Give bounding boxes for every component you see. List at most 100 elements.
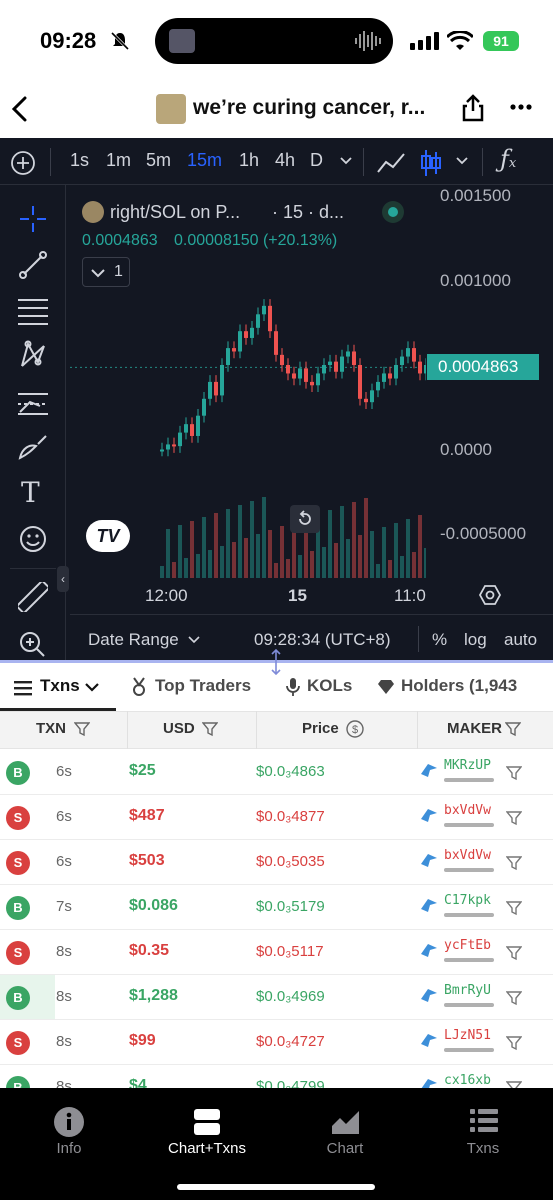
volume-bar bbox=[160, 566, 164, 578]
txns-chevron-icon[interactable] bbox=[85, 683, 99, 693]
reset-chart-button[interactable] bbox=[290, 505, 320, 533]
crosshair-icon[interactable] bbox=[18, 204, 48, 234]
candle bbox=[352, 351, 356, 365]
volume-bar bbox=[208, 550, 212, 578]
date-range-button[interactable]: Date Range bbox=[88, 630, 179, 650]
maker-address[interactable]: cx16xb bbox=[444, 1073, 491, 1088]
line-chart-icon[interactable] bbox=[376, 150, 406, 176]
timeframe-d[interactable]: D bbox=[310, 150, 323, 171]
maker-filter-icon[interactable] bbox=[506, 945, 522, 961]
add-indicator-icon[interactable] bbox=[10, 150, 36, 176]
candle bbox=[232, 348, 236, 352]
fib-lines-icon[interactable] bbox=[16, 296, 50, 326]
candle bbox=[358, 365, 362, 399]
percent-toggle[interactable]: % bbox=[432, 630, 447, 650]
tab-kols[interactable]: KOLs bbox=[307, 676, 352, 696]
table-row[interactable]: S 6s $487 $0.0₃4877 bxVdVw bbox=[0, 795, 553, 840]
back-chevron-icon[interactable] bbox=[10, 96, 28, 122]
candle bbox=[376, 381, 380, 391]
txn-filter-icon[interactable] bbox=[74, 721, 90, 737]
tab-chart[interactable]: Chart bbox=[314, 1140, 376, 1157]
candles-icon[interactable] bbox=[420, 148, 442, 178]
tab-top-traders[interactable]: Top Traders bbox=[155, 676, 251, 696]
table-row[interactable]: S 6s $503 $0.0₃5035 bxVdVw bbox=[0, 840, 553, 885]
volume-bar bbox=[424, 548, 426, 578]
currency-toggle-icon[interactable]: $ bbox=[346, 720, 364, 738]
txn-price: $0.0₃5179 bbox=[256, 898, 325, 915]
fx-indicators-icon[interactable]: ƒx bbox=[500, 145, 516, 173]
dynamic-island bbox=[155, 18, 393, 64]
maker-address[interactable]: MKRzUP bbox=[444, 758, 491, 773]
projection-icon[interactable] bbox=[16, 388, 50, 418]
text-tool-icon[interactable]: T bbox=[21, 476, 40, 509]
txn-price: $0.0₃4969 bbox=[256, 988, 325, 1005]
tab-txns-bottom[interactable]: Txns bbox=[452, 1140, 514, 1157]
table-row[interactable]: B 6s $25 $0.0₃4863 MKRzUP bbox=[0, 750, 553, 795]
volume-bar bbox=[172, 562, 176, 578]
tab-chart-txns[interactable]: Chart+Txns bbox=[157, 1140, 257, 1157]
maker-address[interactable]: bxVdVw bbox=[444, 848, 491, 863]
candle bbox=[310, 381, 314, 386]
date-range-chevron-icon[interactable] bbox=[188, 636, 200, 644]
resize-arrows-icon[interactable] bbox=[269, 648, 283, 676]
candle bbox=[244, 331, 248, 338]
candle bbox=[226, 348, 230, 365]
maker-address[interactable]: bxVdVw bbox=[444, 803, 491, 818]
timeframe-5m[interactable]: 5m bbox=[146, 150, 171, 171]
volume-bar bbox=[358, 535, 362, 578]
candle bbox=[346, 351, 350, 357]
maker-address[interactable]: LJzN51 bbox=[444, 1028, 491, 1043]
timeframe-chevron-icon[interactable] bbox=[340, 156, 352, 166]
candlestick-chart[interactable] bbox=[70, 186, 426, 578]
volume-bar bbox=[232, 542, 236, 578]
collapse-tools-button[interactable]: ‹ bbox=[57, 566, 69, 592]
txn-age: 8s bbox=[56, 943, 72, 960]
maker-filter-icon[interactable] bbox=[506, 990, 522, 1006]
chart-icon[interactable] bbox=[331, 1108, 361, 1136]
tab-txns[interactable]: Txns bbox=[40, 676, 80, 696]
maker-filter-icon[interactable] bbox=[506, 810, 522, 826]
maker-filter-icon[interactable] bbox=[505, 721, 521, 737]
tab-holders[interactable]: Holders (1,943 bbox=[401, 676, 517, 696]
share-icon[interactable] bbox=[461, 94, 485, 122]
trend-line-icon[interactable] bbox=[18, 250, 48, 280]
chart-txns-icon[interactable] bbox=[193, 1108, 221, 1136]
maker-filter-icon[interactable] bbox=[506, 765, 522, 781]
timeframe-1s[interactable]: 1s bbox=[70, 150, 89, 171]
timeframe-1h[interactable]: 1h bbox=[239, 150, 259, 171]
maker-address[interactable]: ycFtEb bbox=[444, 938, 491, 953]
usd-filter-icon[interactable] bbox=[202, 721, 218, 737]
table-row[interactable]: B 7s $0.086 $0.0₃5179 C17kpk bbox=[0, 885, 553, 930]
candle bbox=[286, 365, 290, 374]
table-row[interactable]: S 8s $99 $0.0₃4727 LJzN51 bbox=[0, 1020, 553, 1065]
maker-icon bbox=[420, 897, 438, 913]
maker-address[interactable]: BmrRyU bbox=[444, 983, 491, 998]
table-row[interactable]: S 8s $0.35 $0.0₃5117 ycFtEb bbox=[0, 930, 553, 975]
info-icon[interactable] bbox=[53, 1106, 85, 1138]
timeframe-1m[interactable]: 1m bbox=[106, 150, 131, 171]
log-toggle[interactable]: log bbox=[464, 630, 487, 650]
bell-muted-icon bbox=[110, 31, 130, 51]
chart-type-chevron-icon[interactable] bbox=[456, 156, 468, 166]
maker-filter-icon[interactable] bbox=[506, 855, 522, 871]
maker-balance-bar bbox=[444, 868, 494, 872]
chart-settings-icon[interactable] bbox=[478, 583, 502, 607]
side-badge: S bbox=[6, 851, 30, 875]
brush-icon[interactable] bbox=[16, 432, 50, 462]
emoji-icon[interactable] bbox=[18, 524, 48, 554]
ruler-icon[interactable] bbox=[18, 582, 48, 612]
timeframe-15m[interactable]: 15m bbox=[187, 150, 222, 171]
txns-icon[interactable] bbox=[470, 1108, 498, 1134]
auto-toggle[interactable]: auto bbox=[504, 630, 537, 650]
maker-filter-icon[interactable] bbox=[506, 1035, 522, 1051]
pattern-icon[interactable] bbox=[18, 340, 48, 370]
maker-address[interactable]: C17kpk bbox=[444, 893, 491, 908]
tab-info[interactable]: Info bbox=[38, 1140, 100, 1157]
tradingview-logo: TV bbox=[86, 520, 130, 552]
timeframe-4h[interactable]: 4h bbox=[275, 150, 295, 171]
more-icon[interactable] bbox=[510, 104, 532, 110]
diamond-icon bbox=[378, 680, 394, 694]
zoom-icon[interactable] bbox=[18, 630, 46, 658]
maker-filter-icon[interactable] bbox=[506, 900, 522, 916]
table-row[interactable]: B 8s $1,288 $0.0₃4969 BmrRyU bbox=[0, 975, 553, 1020]
